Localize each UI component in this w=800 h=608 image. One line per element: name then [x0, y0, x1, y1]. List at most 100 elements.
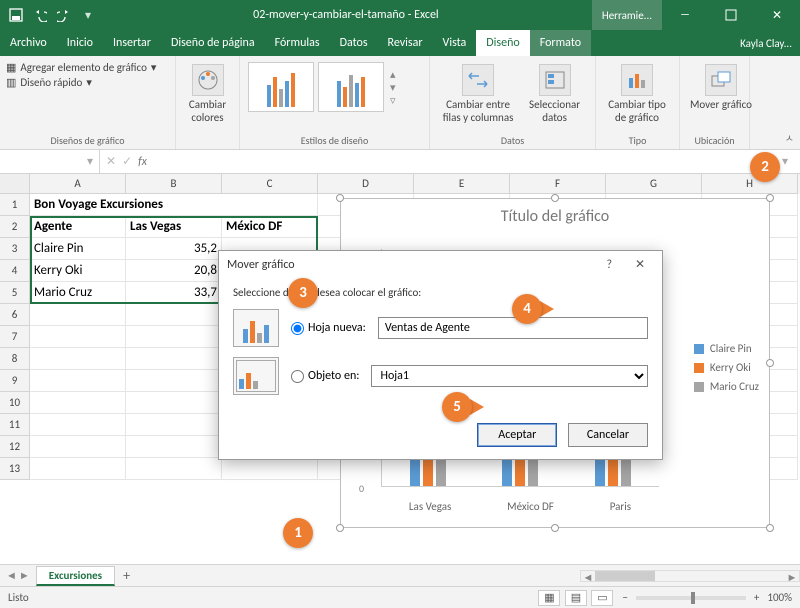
sheet-tab-excursiones[interactable]: Excursiones [36, 566, 115, 586]
cell[interactable] [30, 348, 126, 370]
cell[interactable]: 35,2 [126, 238, 222, 260]
tab-datos[interactable]: Datos [330, 30, 378, 56]
row-header[interactable]: 12 [0, 436, 30, 458]
tab-insertar[interactable]: Insertar [103, 30, 161, 56]
fx-icon[interactable]: fx [138, 155, 147, 169]
add-sheet-button[interactable]: + [115, 567, 138, 584]
qat-dropdown-icon[interactable]: ▾ [76, 3, 100, 27]
tab-formulas[interactable]: Fórmulas [265, 30, 330, 56]
row-header[interactable]: 4 [0, 260, 30, 282]
zoom-in-button[interactable]: + [754, 591, 759, 604]
mover-grafico-button[interactable]: Mover gráfico [686, 60, 756, 111]
new-sheet-name-input[interactable] [378, 317, 648, 339]
save-icon[interactable] [4, 3, 28, 27]
radio-objeto-en[interactable]: Objeto en: [291, 369, 359, 383]
row-header[interactable]: 13 [0, 458, 30, 480]
styles-scroll-down-icon[interactable]: ▾ [390, 81, 396, 94]
row-header[interactable]: 10 [0, 392, 30, 414]
col-header[interactable]: A [30, 174, 126, 194]
cell[interactable]: Las Vegas [126, 216, 222, 238]
col-header[interactable]: C [222, 174, 318, 194]
row-header[interactable]: 7 [0, 326, 30, 348]
ok-button[interactable]: Aceptar [477, 423, 557, 447]
cancel-button[interactable]: Cancelar [568, 423, 648, 447]
scroll-left-icon[interactable]: ◄ [581, 571, 595, 581]
cell[interactable] [126, 304, 222, 326]
horizontal-scrollbar[interactable]: ◄► [580, 570, 800, 582]
cell[interactable]: Bon Voyage Excursiones [30, 194, 318, 216]
enter-formula-icon[interactable]: ✓ [122, 154, 132, 169]
object-in-select[interactable]: Hoja1 [371, 365, 648, 387]
chart-style-1[interactable] [248, 62, 314, 112]
normal-view-icon[interactable]: ▦ [538, 590, 560, 606]
chart-title[interactable]: Título del gráfico [341, 199, 769, 234]
row-header[interactable]: 9 [0, 370, 30, 392]
tab-formato[interactable]: Formato [530, 30, 591, 56]
maximize-icon[interactable] [708, 0, 754, 30]
cambiar-colores-button[interactable]: Cambiar colores [173, 60, 243, 124]
page-break-view-icon[interactable]: ▭ [591, 590, 613, 606]
dialog-help-button[interactable]: ? [595, 258, 623, 272]
chart-style-2[interactable] [318, 62, 384, 112]
cell[interactable]: 33,7 [126, 282, 222, 304]
dialog-close-button[interactable]: ✕ [626, 257, 654, 272]
cell[interactable] [30, 370, 126, 392]
tab-diseno[interactable]: Diseño [476, 30, 529, 56]
col-header[interactable]: E [414, 174, 510, 194]
scroll-right-icon[interactable]: ► [785, 571, 799, 581]
radio-hoja-nueva-input[interactable] [291, 322, 304, 335]
diseno-rapido-button[interactable]: ▥Diseño rápido▾ [6, 75, 169, 90]
zoom-level[interactable]: 100% [767, 591, 792, 604]
cell[interactable] [126, 348, 222, 370]
resize-handle[interactable] [766, 524, 774, 532]
close-icon[interactable]: ✕ [754, 0, 800, 30]
row-header[interactable]: 6 [0, 304, 30, 326]
row-header[interactable]: 5 [0, 282, 30, 304]
cell[interactable]: Claire Pin [30, 238, 126, 260]
cell[interactable] [126, 458, 222, 480]
col-header[interactable]: H [702, 174, 798, 194]
cambiar-filas-cols-button[interactable]: Cambiar entre filas y columnas [436, 60, 520, 124]
tab-revisar[interactable]: Revisar [378, 30, 433, 56]
scrollbar-thumb[interactable] [595, 571, 655, 581]
tab-vista[interactable]: Vista [433, 30, 477, 56]
col-header[interactable]: D [318, 174, 414, 194]
cell[interactable] [30, 392, 126, 414]
col-header[interactable]: F [510, 174, 606, 194]
agregar-elemento-button[interactable]: ▦Agregar elemento de gráfico▾ [6, 60, 169, 75]
zoom-slider[interactable] [636, 596, 746, 600]
zoom-handle[interactable] [691, 592, 695, 604]
tab-archivo[interactable]: Archivo [0, 30, 57, 56]
cell[interactable] [126, 326, 222, 348]
styles-scroll-up-icon[interactable]: ▴ [390, 68, 396, 81]
cell[interactable]: Kerry Oki [30, 260, 126, 282]
resize-handle[interactable] [336, 194, 344, 202]
undo-icon[interactable] [28, 3, 52, 27]
resize-handle[interactable] [551, 524, 559, 532]
cell[interactable]: 20,8 [126, 260, 222, 282]
row-header[interactable]: 3 [0, 238, 30, 260]
cell[interactable]: Agente [30, 216, 126, 238]
row-header[interactable]: 8 [0, 348, 30, 370]
row-header[interactable]: 2 [0, 216, 30, 238]
tab-inicio[interactable]: Inicio [57, 30, 103, 56]
col-header[interactable]: B [126, 174, 222, 194]
cell[interactable] [126, 392, 222, 414]
styles-gallery-icon[interactable]: ▿ [390, 94, 396, 107]
zoom-out-button[interactable]: − [622, 591, 627, 604]
cell[interactable] [30, 304, 126, 326]
cell[interactable] [30, 326, 126, 348]
cancel-formula-icon[interactable]: ✕ [106, 154, 116, 169]
cell[interactable] [30, 436, 126, 458]
cell[interactable] [30, 458, 126, 480]
account-name[interactable]: Kayla Clay... [732, 30, 800, 56]
minimize-icon[interactable]: ― [662, 0, 708, 30]
cell[interactable]: Mario Cruz [30, 282, 126, 304]
page-layout-view-icon[interactable]: ▤ [565, 590, 587, 606]
cell[interactable]: México DF [222, 216, 318, 238]
cell[interactable] [222, 458, 318, 480]
redo-icon[interactable] [52, 3, 76, 27]
resize-handle[interactable] [336, 524, 344, 532]
collapse-ribbon-icon[interactable]: ㅅ [785, 130, 794, 145]
cell[interactable] [30, 414, 126, 436]
